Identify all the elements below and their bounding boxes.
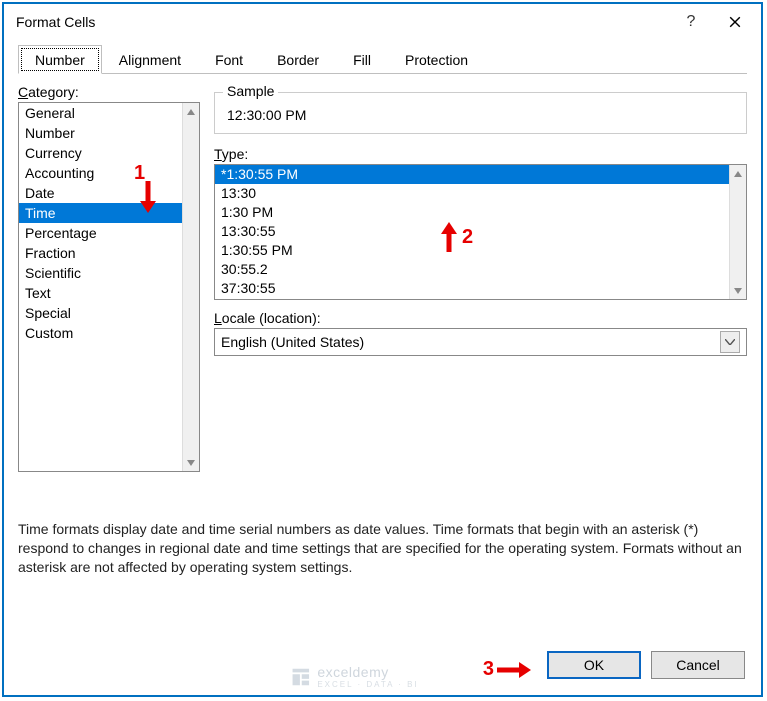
annotation-1-arrow [138,181,158,215]
scroll-down-icon[interactable] [183,454,199,471]
watermark-icon [289,666,311,688]
sample-label: Sample [223,83,278,99]
cancel-button[interactable]: Cancel [651,651,745,679]
window-title: Format Cells [16,14,669,30]
category-item-text[interactable]: Text [19,283,182,303]
type-item[interactable]: *1:30:55 PM [215,165,729,184]
help-button[interactable]: ? [669,7,713,37]
combo-dropdown-button[interactable] [720,331,740,353]
type-item[interactable]: 30:55.2 [215,260,729,279]
annotation-3: 3 [483,658,533,681]
category-label: Category: [18,84,200,100]
tab-fill[interactable]: Fill [336,45,388,74]
tab-number[interactable]: Number [18,45,102,74]
tab-font[interactable]: Font [198,45,260,74]
close-icon [729,16,741,28]
locale-combobox[interactable]: English (United States) [214,328,747,356]
category-item-currency[interactable]: Currency [19,143,182,163]
arrow-right-icon [497,660,533,680]
arrow-down-icon [138,181,158,215]
category-item-fraction[interactable]: Fraction [19,243,182,263]
type-item[interactable]: 1:30 PM [215,203,729,222]
help-icon: ? [687,13,696,31]
annotation-2-arrow: 2 [439,222,473,252]
scroll-up-icon[interactable] [730,165,746,182]
type-item[interactable]: 37:30:55 [215,279,729,298]
type-listbox[interactable]: *1:30:55 PM 13:30 1:30 PM 13:30:55 1:30:… [214,164,747,300]
scroll-up-icon[interactable] [183,103,199,120]
arrow-up-icon [439,222,459,252]
category-listbox[interactable]: General Number Currency Accounting Date … [18,102,200,472]
category-item-custom[interactable]: Custom [19,323,182,343]
type-scrollbar[interactable] [729,165,746,299]
locale-value: English (United States) [221,334,720,350]
category-item-scientific[interactable]: Scientific [19,263,182,283]
scroll-down-icon[interactable] [730,282,746,299]
tab-strip: Number Alignment Font Border Fill Protec… [18,44,747,74]
category-item-accounting[interactable]: Accounting [19,163,182,183]
category-scrollbar[interactable] [182,103,199,471]
category-item-special[interactable]: Special [19,303,182,323]
category-item-percentage[interactable]: Percentage [19,223,182,243]
watermark: exceldemy EXCEL · DATA · BI [289,664,418,689]
close-button[interactable] [713,7,757,37]
titlebar: Format Cells ? [4,4,761,40]
format-cells-dialog: Format Cells ? Number Alignment Font Bor… [4,4,761,695]
category-item-number[interactable]: Number [19,123,182,143]
type-label: Type: [214,146,747,162]
tab-border[interactable]: Border [260,45,336,74]
chevron-down-icon [725,339,735,345]
locale-label: Locale (location): [214,310,747,326]
sample-group: Sample 12:30:00 PM [214,92,747,134]
dialog-footer: OK Cancel [547,651,745,679]
ok-button[interactable]: OK [547,651,641,679]
tab-alignment[interactable]: Alignment [102,45,198,74]
sample-value: 12:30:00 PM [225,103,736,127]
description-text: Time formats display date and time seria… [18,520,747,577]
type-item[interactable]: 13:30 [215,184,729,203]
category-item-general[interactable]: General [19,103,182,123]
tab-protection[interactable]: Protection [388,45,485,74]
